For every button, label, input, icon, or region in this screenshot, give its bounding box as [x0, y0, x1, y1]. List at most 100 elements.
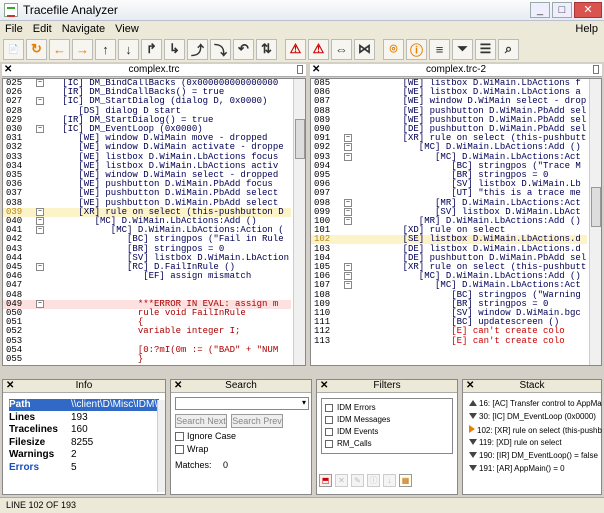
stack-row[interactable]: 191: [AR] AppMain() = 0: [469, 464, 604, 474]
filter-checkbox[interactable]: [325, 439, 333, 448]
stack-row[interactable]: 30: [IC] DM_EventLoop (0x0000): [469, 412, 604, 422]
vertical-scrollbar[interactable]: [293, 79, 305, 365]
fold-toggle-icon[interactable]: −: [344, 143, 352, 152]
close-icon[interactable]: ✕: [174, 380, 182, 392]
close-icon[interactable]: ✕: [320, 380, 328, 392]
filter-remove-icon[interactable]: ✕: [335, 474, 348, 487]
close-icon[interactable]: ✕: [466, 380, 474, 392]
fold-toggle-icon[interactable]: −: [36, 97, 44, 106]
open-file-icon[interactable]: 📄: [3, 38, 24, 60]
pin-icon[interactable]: [297, 65, 303, 74]
share-icon[interactable]: ⋈: [354, 38, 375, 60]
right-code-pane[interactable]: 085 [WE] listbox D.WiMain.LbActions f 086…: [310, 78, 602, 366]
filter-item[interactable]: RM_Calls: [325, 439, 372, 450]
lines-icon[interactable]: ≡: [429, 38, 450, 60]
fold-toggle-icon[interactable]: −: [344, 152, 352, 161]
code-line[interactable]: 052 variable integer I;: [3, 327, 291, 336]
code-line[interactable]: 047: [3, 281, 291, 290]
left-code-pane[interactable]: 025− [IC] DM_BindCallBacks (0x0000000000…: [2, 78, 306, 366]
filter-info-icon[interactable]: ⓘ: [367, 474, 380, 487]
close-icon[interactable]: ✕: [312, 64, 320, 76]
fold-toggle-icon[interactable]: −: [344, 272, 352, 281]
info-title: Info: [75, 380, 93, 391]
filter-item[interactable]: IDM Messages: [325, 415, 390, 426]
fold-toggle-icon[interactable]: −: [36, 217, 44, 225]
code-line[interactable]: 055 }: [3, 355, 291, 364]
fold-toggle-icon[interactable]: −: [36, 207, 44, 216]
filter-add-icon[interactable]: ⬒: [319, 474, 332, 487]
fold-toggle-icon[interactable]: −: [36, 226, 44, 235]
code-line[interactable]: 046 [EF] assign mismatch: [3, 272, 291, 281]
stack-row[interactable]: 190: [IR] DM_EventLoop() = false: [469, 451, 604, 461]
warning-down-icon[interactable]: ⚠: [308, 38, 329, 60]
filters-toolbar: ⬒ ✕ ✎ ⓘ ↓ ▦: [319, 474, 449, 490]
fold-toggle-icon[interactable]: −: [344, 198, 352, 207]
undo-icon[interactable]: ↶: [233, 38, 254, 60]
scrollbar-thumb[interactable]: [295, 119, 305, 159]
filter-icon[interactable]: ⏷: [452, 38, 473, 60]
pin-icon[interactable]: [593, 65, 599, 74]
search-icon[interactable]: ⌕: [498, 38, 519, 60]
filter-checkbox[interactable]: [325, 415, 333, 424]
jump-left-icon[interactable]: ⤴: [187, 38, 208, 60]
close-button[interactable]: ✕: [574, 2, 602, 18]
info-key: Path: [9, 399, 31, 410]
info-row: Filesize 8255: [9, 437, 159, 449]
menu-help[interactable]: Help: [570, 23, 604, 35]
close-icon[interactable]: ✕: [6, 380, 14, 392]
fold-toggle-icon[interactable]: −: [36, 263, 44, 271]
jump-down-icon[interactable]: ↓: [118, 38, 139, 60]
maximize-button[interactable]: □: [552, 2, 572, 18]
fold-toggle-icon[interactable]: −: [36, 125, 44, 133]
search-prev-button[interactable]: Search Prev: [231, 414, 283, 428]
fold-toggle-icon[interactable]: −: [344, 134, 352, 143]
chevron-down-icon[interactable]: ▾: [302, 398, 306, 407]
filter-checkbox[interactable]: [325, 403, 333, 412]
filter-item[interactable]: IDM Errors: [325, 403, 376, 414]
step-out-icon[interactable]: ↳: [164, 38, 185, 60]
fold-toggle-icon[interactable]: −: [344, 263, 352, 271]
forward-icon[interactable]: →: [72, 38, 93, 60]
stack-row[interactable]: 102: [XR] rule on select (this-pushb: [469, 425, 604, 435]
fold-toggle-icon[interactable]: −: [344, 217, 352, 225]
menu-edit[interactable]: Edit: [28, 23, 57, 35]
ignore-case-checkbox[interactable]: [175, 432, 184, 441]
reload-icon[interactable]: ↻: [26, 38, 47, 60]
fold-toggle-icon[interactable]: −: [344, 207, 352, 216]
back-icon[interactable]: ←: [49, 38, 70, 60]
filter-edit-icon[interactable]: ✎: [351, 474, 364, 487]
step-in-icon[interactable]: ↱: [141, 38, 162, 60]
close-icon[interactable]: ✕: [4, 64, 12, 76]
menu-file[interactable]: File: [0, 23, 28, 35]
stack-row[interactable]: 16: [AC] Transfer control to AppMa: [469, 399, 604, 409]
up-down-icon[interactable]: ⇅: [256, 38, 277, 60]
left-pane-header: ✕ complex.trc: [2, 64, 306, 77]
scrollbar-thumb[interactable]: [591, 187, 601, 227]
left-pane-title: complex.trc: [128, 64, 180, 75]
info-icon[interactable]: ⓘ: [406, 38, 427, 60]
filter-checkbox[interactable]: [325, 427, 333, 436]
filter-table-icon[interactable]: ▦: [399, 474, 412, 487]
wrap-checkbox[interactable]: [175, 445, 184, 454]
filter-down-icon[interactable]: ↓: [383, 474, 396, 487]
fold-toggle-icon[interactable]: −: [36, 79, 44, 87]
stack-row[interactable]: 119: [XD] rule on select: [469, 438, 604, 448]
fold-toggle-icon[interactable]: −: [344, 281, 352, 290]
filter-item[interactable]: IDM Events: [325, 427, 378, 438]
menu-view[interactable]: View: [110, 23, 144, 35]
warning-up-icon[interactable]: ⚠: [285, 38, 306, 60]
jump-up-icon[interactable]: ↑: [95, 38, 116, 60]
info-value: 193: [71, 411, 88, 423]
menu-navigate[interactable]: Navigate: [57, 23, 110, 35]
list-icon[interactable]: ☰: [475, 38, 496, 60]
location-pin-icon[interactable]: ⌾: [383, 38, 404, 60]
search-next-button[interactable]: Search Next: [175, 414, 227, 428]
info-scrollbar[interactable]: [157, 400, 165, 492]
search-input[interactable]: ▾: [175, 397, 309, 410]
code-line[interactable]: 113 [E] can't create colo: [311, 336, 587, 346]
fold-toggle-icon[interactable]: −: [36, 299, 44, 308]
minimize-button[interactable]: _: [530, 2, 550, 18]
align-icon[interactable]: ⇔: [331, 38, 352, 60]
jump-right-icon[interactable]: ⤵: [210, 38, 231, 60]
vertical-scrollbar[interactable]: [589, 79, 601, 365]
